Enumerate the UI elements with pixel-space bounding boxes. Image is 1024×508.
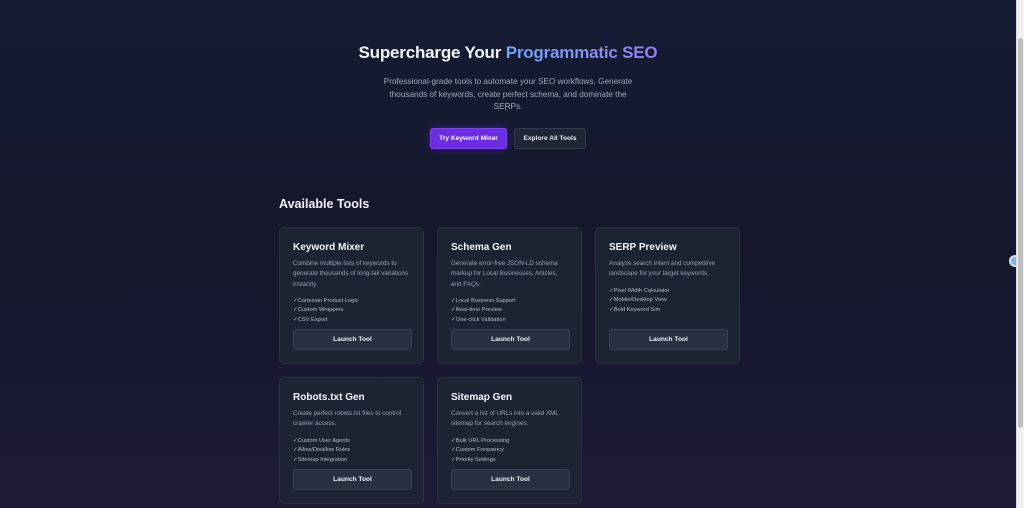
feature-item: ✓CSV Export — [293, 316, 328, 323]
tool-card-robots-txt-gen: Robots.txt Gen Create perfect robots.txt… — [279, 377, 424, 504]
launch-tool-button[interactable]: Launch Tool — [451, 329, 570, 350]
feature-item: ✓Custom Frequency — [451, 447, 504, 454]
feature-item: ✓Bulk URL Processing — [451, 437, 510, 444]
tool-card-title: Sitemap Gen — [451, 392, 513, 403]
feature-item: ✓Mobile/Desktop View — [609, 297, 667, 304]
page-title-accent: Programmatic SEO — [505, 43, 658, 62]
feature-item: ✓Priority Settings — [451, 456, 496, 463]
feature-list: ✓Bulk URL Processing ✓Custom Frequency ✓… — [451, 437, 568, 466]
tool-card-title: Schema Gen — [451, 242, 512, 253]
launch-tool-button[interactable]: Launch Tool — [293, 469, 412, 490]
feature-item: ✓Custom User Agents — [293, 437, 350, 444]
tool-card-description: Generate error-free JSON-LD schema marku… — [451, 260, 558, 288]
tool-card-description: Analyze search intent and competitive la… — [609, 260, 716, 278]
tool-card-title: Keyword Mixer — [293, 242, 365, 253]
tool-card-keyword-mixer: Keyword Mixer Combine multiple lists of … — [279, 227, 424, 364]
feature-item: ✓Bold Keyword Sim — [609, 306, 661, 313]
hero-section: Supercharge Your Programmatic SEO Profes… — [0, 43, 1016, 149]
feature-list: ✓Custom User Agents ✓Allow/Disallow Rule… — [293, 437, 410, 466]
feature-list: ✓Local Business Support ✓Real-time Previ… — [451, 297, 568, 326]
launch-tool-button[interactable]: Launch Tool — [609, 329, 728, 350]
tool-card-description: Create perfect robots.txt files to contr… — [293, 410, 402, 428]
page-title: Supercharge Your Programmatic SEO — [0, 43, 1016, 63]
scrollbar-thumb[interactable] — [1018, 38, 1023, 428]
section-title: Available Tools — [279, 197, 370, 211]
feature-item: ✓One-click Validation — [451, 316, 506, 323]
launch-tool-button[interactable]: Launch Tool — [451, 469, 570, 490]
feature-item: ✓Cartesian Product Logic — [293, 297, 359, 304]
tool-card-title: Robots.txt Gen — [293, 392, 365, 403]
try-keyword-mixer-button[interactable]: Try Keyword Mixer — [430, 127, 507, 149]
page-title-prefix: Supercharge Your — [358, 43, 506, 62]
tool-card-description: Convert a list of URLs into a valid XML … — [451, 410, 559, 428]
feature-item: ✓Local Business Support — [451, 297, 516, 304]
feature-item: ✓Sitemap Integration — [293, 456, 348, 463]
feature-item: ✓Custom Wrappers — [293, 307, 344, 314]
vertical-scrollbar[interactable] — [1016, 0, 1024, 508]
feature-list: ✓Pixel Width Calculator ✓Mobile/Desktop … — [609, 287, 726, 316]
feature-item: ✓Allow/Disallow Rules — [293, 447, 351, 454]
feature-item: ✓Real-time Preview — [451, 307, 502, 314]
tool-card-sitemap-gen: Sitemap Gen Convert a list of URLs into … — [437, 377, 582, 504]
tool-card-description: Combine multiple lists of keywords to ge… — [293, 260, 409, 288]
feature-item: ✓Pixel Width Calculator — [609, 287, 670, 294]
feature-list: ✓Cartesian Product Logic ✓Custom Wrapper… — [293, 297, 410, 326]
launch-tool-button[interactable]: Launch Tool — [293, 329, 412, 350]
tool-card-serp-preview: SERP Preview Analyze search intent and c… — [595, 227, 740, 364]
hero-subtitle: Professional-grade tools to automate you… — [383, 77, 633, 111]
tool-card-schema-gen: Schema Gen Generate error-free JSON-LD s… — [437, 227, 582, 364]
explore-all-tools-button[interactable]: Explore All Tools — [514, 127, 586, 149]
tool-card-title: SERP Preview — [609, 242, 677, 253]
hero-buttons: Try Keyword Mixer Explore All Tools — [0, 127, 1016, 149]
